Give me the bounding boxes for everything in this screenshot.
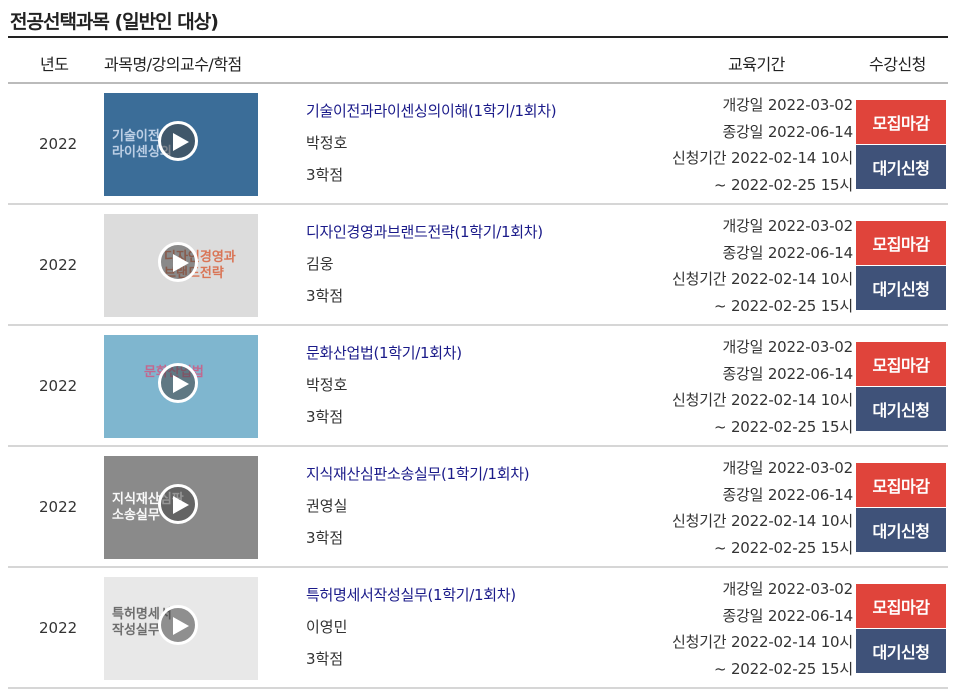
course-thumbnail[interactable]: 지식재산심판 소송실무 (104, 456, 258, 559)
start-date: 개강일 2022-03-02 (722, 338, 853, 356)
apply-period: 신청기간 2022-02-14 10시 (672, 149, 853, 167)
apply-until: ~ 2022-02-25 15시 (714, 296, 853, 315)
play-icon[interactable] (158, 605, 198, 645)
play-icon[interactable] (158, 363, 198, 403)
play-icon[interactable] (158, 242, 198, 282)
waitlist-button[interactable]: 대기신청 (856, 387, 946, 431)
apply-until: ~ 2022-02-25 15시 (714, 175, 853, 194)
table-header: 년도 과목명/강의교수/학점 교육기간 수강신청 (8, 38, 948, 82)
apply-until: ~ 2022-02-25 15시 (714, 659, 853, 678)
course-period: 개강일 2022-03-02 종강일 2022-06-14 신청기간 2022-… (672, 455, 853, 561)
course-thumbnail[interactable]: 문화산업법 (104, 335, 258, 438)
end-date: 종강일 2022-06-14 (722, 122, 853, 141)
course-period: 개강일 2022-03-02 종강일 2022-06-14 신청기간 2022-… (672, 334, 853, 440)
course-year: 2022 (39, 135, 78, 153)
course-professor: 박정호 (306, 134, 348, 152)
header-course: 과목명/강의교수/학점 (104, 55, 242, 74)
apply-period: 신청기간 2022-02-14 10시 (672, 270, 853, 288)
end-date: 종강일 2022-06-14 (722, 243, 853, 262)
closed-button[interactable]: 모집마감 (856, 342, 946, 386)
course-year: 2022 (39, 619, 78, 637)
waitlist-button[interactable]: 대기신청 (856, 266, 946, 310)
start-date: 개강일 2022-03-02 (722, 580, 853, 598)
course-list: 2022 기술이전 라이센싱의 기술이전과라이센싱의이해(1학기/1회차) 박정… (8, 84, 948, 689)
course-title-link[interactable]: 디자인경영과브랜드전략(1학기/1회차) (306, 221, 543, 242)
waitlist-button[interactable]: 대기신청 (856, 508, 946, 552)
course-thumbnail[interactable]: 디자인경영과 브랜드전략 (104, 214, 258, 317)
course-thumbnail[interactable]: 특허명세서 작성실무 (104, 577, 258, 680)
closed-button[interactable]: 모집마감 (856, 221, 946, 265)
course-row: 2022 특허명세서 작성실무 특허명세서작성실무(1학기/1회차) 이영민 3… (8, 568, 948, 689)
course-period: 개강일 2022-03-02 종강일 2022-06-14 신청기간 2022-… (672, 92, 853, 198)
end-date: 종강일 2022-06-14 (722, 485, 853, 504)
course-professor: 권영실 (306, 497, 348, 515)
end-date: 종강일 2022-06-14 (722, 364, 853, 383)
course-year: 2022 (39, 377, 78, 395)
apply-period: 신청기간 2022-02-14 10시 (672, 633, 853, 651)
course-credit: 3학점 (306, 166, 344, 184)
course-professor: 김웅 (306, 255, 334, 273)
start-date: 개강일 2022-03-02 (722, 96, 853, 114)
course-professor: 박정호 (306, 376, 348, 394)
course-row: 2022 기술이전 라이센싱의 기술이전과라이센싱의이해(1학기/1회차) 박정… (8, 84, 948, 205)
header-period: 교육기간 (728, 55, 785, 74)
course-period: 개강일 2022-03-02 종강일 2022-06-14 신청기간 2022-… (672, 213, 853, 319)
course-period: 개강일 2022-03-02 종강일 2022-06-14 신청기간 2022-… (672, 576, 853, 682)
course-credit: 3학점 (306, 287, 344, 305)
play-icon[interactable] (158, 484, 198, 524)
course-title-link[interactable]: 지식재산심판소송실무(1학기/1회차) (306, 463, 530, 484)
course-credit: 3학점 (306, 408, 344, 426)
course-professor: 이영민 (306, 618, 348, 636)
start-date: 개강일 2022-03-02 (722, 217, 853, 235)
play-icon[interactable] (158, 121, 198, 161)
start-date: 개강일 2022-03-02 (722, 459, 853, 477)
course-row: 2022 지식재산심판 소송실무 지식재산심판소송실무(1학기/1회차) 권영실… (8, 447, 948, 568)
header-year: 년도 (40, 55, 69, 74)
apply-until: ~ 2022-02-25 15시 (714, 417, 853, 436)
section-title: 전공선택과목 (일반인 대상) (10, 11, 219, 33)
closed-button[interactable]: 모집마감 (856, 100, 946, 144)
course-title-link[interactable]: 문화산업법(1학기/1회차) (306, 342, 462, 363)
apply-until: ~ 2022-02-25 15시 (714, 538, 853, 557)
course-year: 2022 (39, 256, 78, 274)
course-title-link[interactable]: 특허명세서작성실무(1학기/1회차) (306, 584, 516, 605)
course-credit: 3학점 (306, 529, 344, 547)
course-title-link[interactable]: 기술이전과라이센싱의이해(1학기/1회차) (306, 100, 557, 121)
course-row: 2022 문화산업법 문화산업법(1학기/1회차) 박정호 3학점 개강일 20… (8, 326, 948, 447)
end-date: 종강일 2022-06-14 (722, 606, 853, 625)
waitlist-button[interactable]: 대기신청 (856, 629, 946, 673)
closed-button[interactable]: 모집마감 (856, 584, 946, 628)
header-apply: 수강신청 (869, 55, 926, 74)
waitlist-button[interactable]: 대기신청 (856, 145, 946, 189)
apply-period: 신청기간 2022-02-14 10시 (672, 391, 853, 409)
course-thumbnail[interactable]: 기술이전 라이센싱의 (104, 93, 258, 196)
apply-period: 신청기간 2022-02-14 10시 (672, 512, 853, 530)
closed-button[interactable]: 모집마감 (856, 463, 946, 507)
course-row: 2022 디자인경영과 브랜드전략 디자인경영과브랜드전략(1학기/1회차) 김… (8, 205, 948, 326)
course-year: 2022 (39, 498, 78, 516)
course-credit: 3학점 (306, 650, 344, 668)
